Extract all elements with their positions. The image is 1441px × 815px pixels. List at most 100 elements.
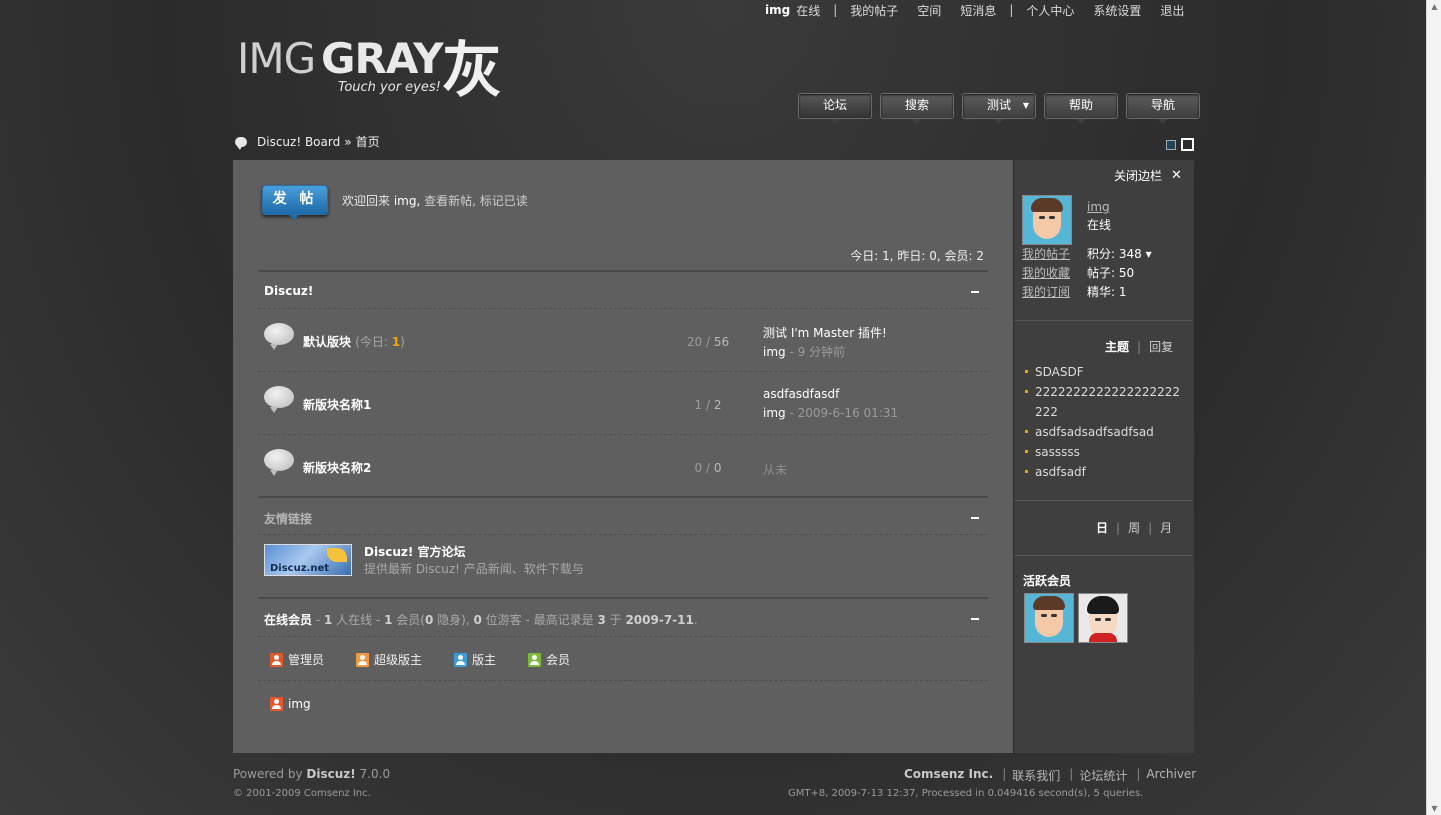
friend-links-title[interactable]: 友情链接: [264, 510, 312, 527]
online-text: 隐身),: [433, 613, 474, 627]
contact-link[interactable]: 联系我们: [1012, 767, 1060, 784]
close-sidebar-label: 关闭边栏: [1114, 169, 1163, 183]
sidebar-favorites-link[interactable]: 我的收藏: [1022, 264, 1070, 283]
wide-width-icon[interactable]: [1181, 138, 1194, 151]
post-count: 0: [713, 461, 722, 475]
tab-week[interactable]: 周: [1128, 521, 1140, 535]
top-username-link[interactable]: img: [765, 3, 790, 17]
top-profile-link[interactable]: 个人中心: [1026, 2, 1074, 19]
top-logout-link[interactable]: 退出: [1160, 2, 1184, 19]
breadcrumb-board-link[interactable]: Discuz! Board: [257, 135, 340, 149]
list-item[interactable]: asdfsadf: [1025, 462, 1185, 482]
online-text: 人在线 -: [332, 613, 385, 627]
online-text: .: [693, 613, 698, 627]
footer-powered: Powered by Discuz! 7.0.0: [233, 767, 390, 781]
member-user-icon: [528, 652, 542, 667]
sidebar-subscriptions-link[interactable]: 我的订阅: [1022, 283, 1070, 302]
legend-admin: 管理员: [270, 651, 324, 668]
top-messages-link[interactable]: 短消息: [960, 2, 996, 19]
post-count: 56: [713, 335, 730, 349]
online-members-summary: 在线会员 - 1 人在线 - 1 会员(0 隐身), 0 位游客 - 最高记录是…: [264, 611, 698, 628]
nav-tab-search[interactable]: 搜索: [880, 93, 954, 124]
legend-mod: 版主: [454, 651, 496, 668]
active-member-avatar[interactable]: [1024, 593, 1074, 643]
admin-user-icon: [270, 697, 283, 711]
new-post-button[interactable]: 发 帖: [262, 185, 328, 220]
list-item[interactable]: 2222222222222222222222: [1025, 382, 1185, 422]
row-divider: [258, 534, 988, 536]
nav-tab-guide[interactable]: 导航: [1126, 93, 1200, 124]
online-user-name[interactable]: img: [288, 697, 311, 711]
top-space-link[interactable]: 空间: [917, 2, 941, 19]
forum-row: 默认版块 (今日: 1) 20 / 56 测试 I'm Master 插件! i…: [258, 309, 988, 371]
nav-tab-forum[interactable]: 论坛: [798, 93, 872, 124]
top-user-links: img 在线 | 我的帖子 空间 短消息 | 个人中心 系统设置 退出: [765, 2, 1184, 18]
view-new-posts-link[interactable]: 查看新帖,: [424, 194, 476, 208]
forum-counts: 20 / 56: [668, 335, 748, 349]
tab-day[interactable]: 日: [1096, 521, 1108, 535]
list-item[interactable]: sasssss: [1025, 442, 1185, 462]
scroll-down-arrow-icon[interactable]: ▼: [1430, 804, 1439, 813]
friend-link-name[interactable]: Discuz! 官方论坛: [364, 543, 466, 560]
last-post-user-link[interactable]: img: [763, 406, 786, 420]
online-members-title[interactable]: 在线会员: [264, 613, 312, 627]
active-member-avatar[interactable]: [1078, 593, 1128, 643]
forum-name-link[interactable]: 默认版块 (今日: 1): [303, 333, 405, 350]
category-title[interactable]: Discuz!: [264, 284, 313, 298]
last-post-title-link[interactable]: 测试 I'm Master 插件!: [763, 324, 887, 341]
online-text: 位游客 - 最高记录是: [481, 613, 598, 627]
list-item[interactable]: asdfsadsadfsadfsad: [1025, 422, 1185, 442]
forum-counts: 0 / 0: [668, 461, 748, 475]
welcome-username-link[interactable]: img,: [394, 194, 420, 208]
avatar-eye: [1095, 618, 1101, 621]
top-separator: |: [833, 3, 838, 17]
avatar-eye: [1041, 614, 1047, 617]
avatar[interactable]: [1022, 195, 1072, 245]
posts-count: 帖子: 50: [1087, 266, 1135, 280]
tab-month[interactable]: 月: [1160, 521, 1172, 535]
avatar-eye: [1051, 614, 1057, 617]
today-suffix: ): [400, 335, 405, 349]
top-my-posts-link[interactable]: 我的帖子: [850, 2, 898, 19]
sidebar-thread-tabs: 主题 | 回复: [1105, 338, 1173, 355]
credits-row[interactable]: 积分: 348 ▾: [1087, 245, 1152, 264]
online-text: 于: [605, 613, 626, 627]
main-nav: 论坛 搜索 测试 ▼ 帮助 导航: [798, 93, 1200, 124]
last-post-user-link[interactable]: img: [763, 345, 786, 359]
collapse-icon[interactable]: [971, 517, 979, 519]
online-user-item[interactable]: img: [270, 697, 311, 711]
online-record-date: 2009-7-11: [625, 613, 694, 627]
forum-name-link[interactable]: 新版块名称2: [303, 459, 371, 476]
list-item[interactable]: SDASDF: [1025, 362, 1185, 382]
collapse-icon[interactable]: [971, 618, 979, 620]
active-members-title: 活跃会员: [1023, 574, 1072, 588]
last-post-title-link[interactable]: asdfasdfasdf: [763, 387, 839, 401]
comsenz-link[interactable]: Comsenz Inc.: [904, 767, 993, 784]
site-logo[interactable]: IMG GRAY 灰 Touch yor eyes!: [237, 30, 527, 106]
thread-count: 1: [694, 398, 703, 412]
discuz-net-logo[interactable]: Discuz.net: [264, 544, 352, 576]
close-sidebar-button[interactable]: 关闭边栏 ✕: [1114, 167, 1182, 184]
forum-name-link[interactable]: 新版块名称1: [303, 396, 371, 413]
nav-tab-test[interactable]: 测试 ▼: [962, 93, 1036, 124]
scroll-up-arrow-icon[interactable]: ▲: [1430, 2, 1439, 11]
top-settings-link[interactable]: 系统设置: [1093, 2, 1141, 19]
collapse-icon[interactable]: [971, 291, 979, 293]
chevron-down-icon: ▾: [1145, 247, 1152, 261]
sidebar-username-link[interactable]: img: [1087, 200, 1111, 214]
forum-stats-link[interactable]: 论坛统计: [1079, 767, 1127, 784]
sidebar-my-posts-link[interactable]: 我的帖子: [1022, 245, 1070, 264]
avatar-eye: [1039, 216, 1045, 219]
legend-member: 会员: [528, 651, 570, 668]
narrow-width-icon[interactable]: [1166, 140, 1176, 150]
tab-replies[interactable]: 回复: [1149, 340, 1173, 354]
mark-read-link[interactable]: 标记已读: [480, 194, 528, 208]
forum-name[interactable]: 默认版块: [303, 335, 351, 349]
last-post-meta: img - 2009-6-16 01:31: [763, 406, 898, 420]
section-divider: [258, 270, 988, 272]
discuz-link[interactable]: Discuz!: [306, 767, 355, 781]
tab-threads[interactable]: 主题: [1105, 340, 1129, 354]
archiver-link[interactable]: Archiver: [1146, 767, 1196, 784]
vertical-scrollbar[interactable]: ▲ ▼: [1426, 0, 1441, 815]
nav-tab-help[interactable]: 帮助: [1044, 93, 1118, 124]
